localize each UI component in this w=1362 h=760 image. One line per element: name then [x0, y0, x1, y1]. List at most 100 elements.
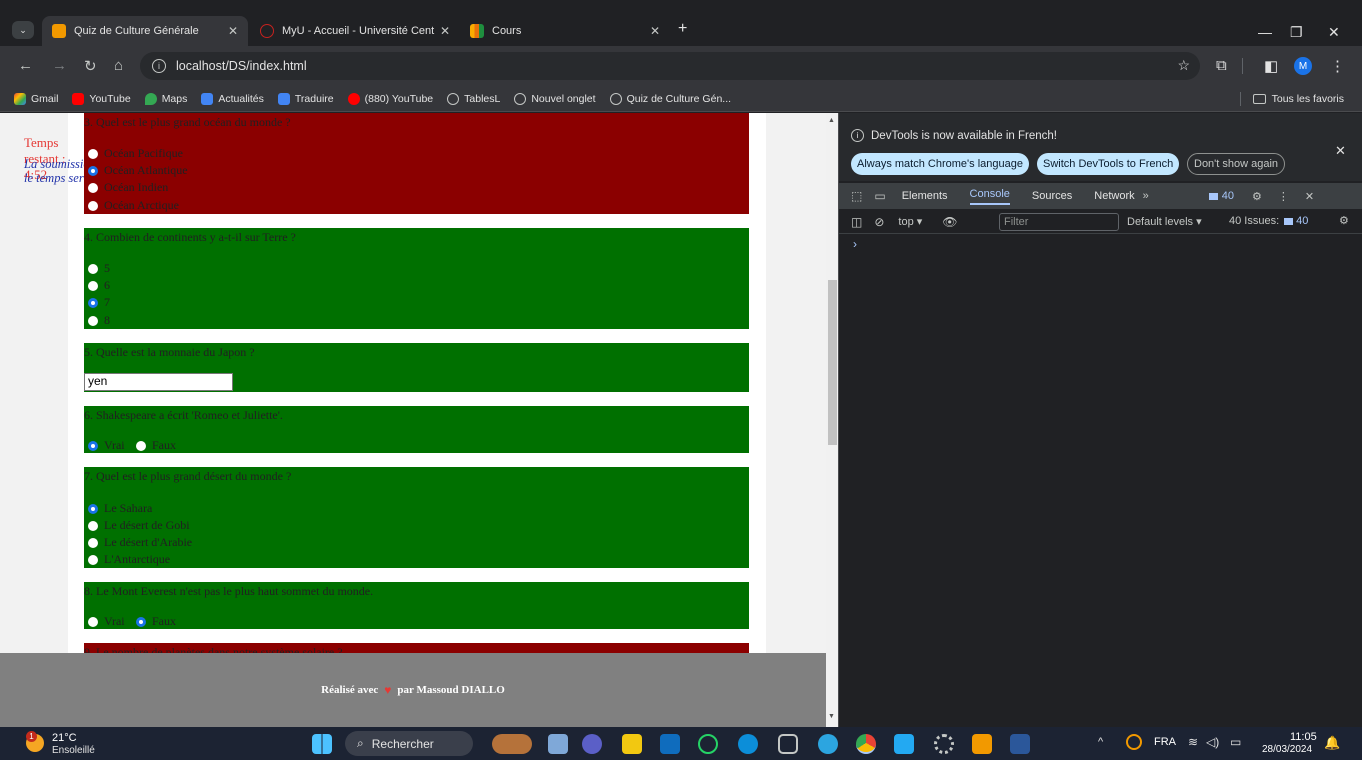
bookmark-gmail[interactable]: Gmail	[14, 92, 58, 105]
switch-french-button[interactable]: Switch DevTools to French	[1037, 153, 1180, 175]
radio-button[interactable]	[88, 554, 98, 565]
log-levels-dropdown[interactable]: Default levels ▾	[1127, 215, 1202, 228]
close-tab-icon[interactable]: ✕	[228, 24, 238, 38]
more-tabs-icon[interactable]: »	[1143, 190, 1149, 202]
reload-icon[interactable]: ↻	[84, 57, 97, 75]
tab-search-button[interactable]: ⌄	[12, 21, 34, 39]
forward-icon[interactable]: →	[52, 57, 67, 74]
console-settings-icon[interactable]: ⚙	[1339, 214, 1349, 227]
tab-sources[interactable]: Sources	[1032, 190, 1072, 202]
extensions-icon[interactable]: ⧉	[1216, 57, 1227, 74]
issues-counter[interactable]: 40 Issues: 40	[1229, 215, 1308, 227]
radio-button[interactable]	[88, 315, 98, 326]
page-scrollbar[interactable]: ▲ ▼	[826, 113, 838, 727]
minimize-icon[interactable]: —	[1258, 24, 1272, 40]
option-antarctique[interactable]: L'Antarctique	[88, 552, 170, 567]
tab-console[interactable]: Console	[969, 188, 1010, 205]
clock-time[interactable]: 11:05	[1290, 731, 1317, 743]
tray-app-icon[interactable]	[1126, 734, 1142, 750]
radio-button[interactable]	[88, 263, 98, 274]
dont-show-again-button[interactable]: Don't show again	[1187, 153, 1286, 175]
clock-date[interactable]: 28/03/2024	[1262, 744, 1312, 755]
answer-input[interactable]: yen	[84, 373, 233, 391]
console-filter-input[interactable]: Filter	[999, 213, 1119, 231]
radio-button[interactable]	[88, 520, 98, 531]
console-prompt-icon[interactable]: ›	[853, 237, 857, 251]
whatsapp-icon[interactable]	[698, 734, 718, 754]
close-tab-icon[interactable]: ✕	[650, 24, 660, 38]
word-icon[interactable]	[1010, 734, 1030, 754]
tab-quiz[interactable]: Quiz de Culture Générale ✕	[42, 16, 248, 46]
inspect-element-icon[interactable]: ⬚	[851, 189, 862, 203]
option-6[interactable]: 6	[88, 278, 110, 293]
radio-button-selected[interactable]	[88, 503, 98, 514]
close-window-icon[interactable]: ✕	[1328, 24, 1340, 41]
app-package-icon[interactable]	[778, 734, 798, 754]
option-5[interactable]: 5	[88, 261, 110, 276]
file-explorer-icon[interactable]	[622, 734, 642, 754]
restore-icon[interactable]: ❐	[1290, 24, 1303, 41]
tab-myu[interactable]: MyU - Accueil - Université Cent ✕	[250, 16, 460, 46]
search-highlight-icon[interactable]	[492, 734, 532, 754]
volume-icon[interactable]: ◁)	[1206, 735, 1219, 749]
option-gobi[interactable]: Le désert de Gobi	[88, 518, 190, 533]
tab-elements[interactable]: Elements	[902, 190, 948, 202]
tab-network[interactable]: Network	[1094, 190, 1134, 202]
close-devtools-icon[interactable]: ✕	[1305, 190, 1314, 203]
option-sahara[interactable]: Le Sahara	[88, 501, 152, 516]
task-view-icon[interactable]	[548, 734, 568, 754]
sidebar-toggle-icon[interactable]: ◫	[851, 215, 862, 229]
home-icon[interactable]: ⌂	[114, 57, 123, 74]
option-vrai[interactable]: Vrai	[88, 614, 125, 629]
tab-cours[interactable]: Cours ✕	[460, 16, 670, 46]
start-icon[interactable]	[312, 734, 332, 754]
side-panel-icon[interactable]: ◧	[1264, 57, 1278, 75]
notification-bell-icon[interactable]: 🔔	[1324, 735, 1340, 751]
scrollbar-thumb[interactable]	[828, 280, 837, 445]
match-language-button[interactable]: Always match Chrome's language	[851, 153, 1029, 175]
bookmark-youtube-880[interactable]: (880) YouTube	[347, 92, 433, 105]
mail-icon[interactable]	[660, 734, 680, 754]
bookmark-youtube[interactable]: YouTube	[72, 92, 131, 105]
settings-app-icon[interactable]	[934, 734, 954, 754]
option-ocean-pacifique[interactable]: Océan Pacifique	[88, 146, 183, 161]
radio-button[interactable]	[136, 440, 146, 451]
bookmark-nouvel-onglet[interactable]: Nouvel onglet	[514, 92, 596, 105]
option-ocean-atlantique[interactable]: Océan Atlantique	[88, 163, 188, 178]
radio-button-selected[interactable]	[88, 440, 98, 451]
radio-button[interactable]	[88, 537, 98, 548]
live-expression-icon[interactable]: 👁	[942, 215, 957, 229]
taskbar-search[interactable]: ⌕ Rechercher	[345, 731, 473, 756]
devtools-menu-icon[interactable]: ⋮	[1278, 190, 1289, 203]
bookmark-star-icon[interactable]: ☆	[1177, 57, 1190, 74]
chrome-icon[interactable]	[856, 734, 876, 754]
bookmark-maps[interactable]: Maps	[144, 92, 187, 105]
new-tab-button[interactable]: +	[678, 20, 687, 38]
input-language[interactable]: FRA	[1154, 736, 1176, 748]
address-bar[interactable]: i localhost/DS/index.html ☆	[140, 52, 1200, 80]
option-faux[interactable]: Faux	[136, 438, 176, 453]
vscode-icon[interactable]	[894, 734, 914, 754]
bookmark-tablesl[interactable]: TablesL	[447, 92, 500, 105]
scroll-down-icon[interactable]: ▼	[828, 713, 835, 720]
wifi-icon[interactable]: ≋	[1188, 735, 1198, 749]
close-banner-icon[interactable]: ✕	[1335, 143, 1346, 159]
profile-avatar[interactable]: M	[1294, 57, 1312, 75]
radio-button-selected[interactable]	[136, 616, 146, 627]
option-7[interactable]: 7	[88, 295, 110, 310]
close-tab-icon[interactable]: ✕	[440, 24, 450, 38]
scroll-up-icon[interactable]: ▲	[828, 117, 835, 124]
bookmark-quiz[interactable]: Quiz de Culture Gén...	[609, 92, 731, 105]
radio-button-selected[interactable]	[88, 165, 98, 176]
radio-button[interactable]	[88, 280, 98, 291]
clear-console-icon[interactable]: ⊘	[874, 215, 884, 229]
radio-button[interactable]	[88, 616, 98, 627]
page-viewport[interactable]: Temps restant : 4:52 La soumission sera …	[0, 113, 838, 727]
bookmark-traduire[interactable]: Traduire	[277, 92, 334, 105]
menu-icon[interactable]: ⋮	[1330, 57, 1345, 75]
meet-icon[interactable]	[582, 734, 602, 754]
site-info-icon[interactable]: i	[152, 59, 166, 73]
option-ocean-indien[interactable]: Océan Indien	[88, 180, 168, 195]
all-bookmarks[interactable]: Tous les favoris	[1239, 92, 1344, 106]
xampp-icon[interactable]	[972, 734, 992, 754]
